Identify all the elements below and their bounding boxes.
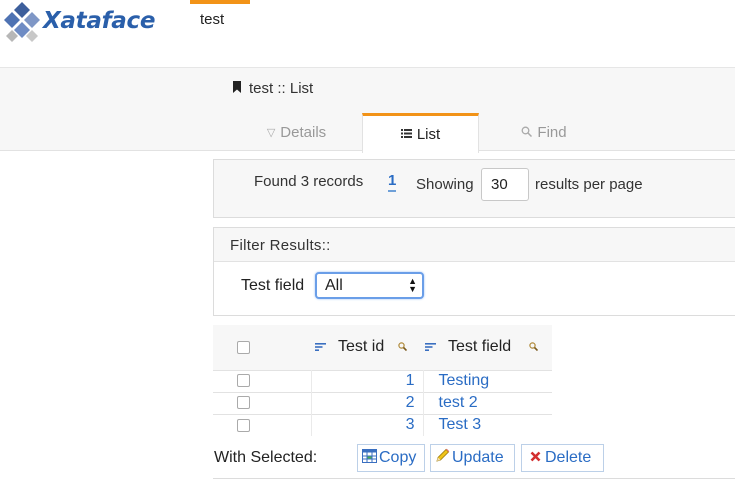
cell-test-field[interactable]: test 2 [423, 391, 552, 414]
row-checkbox[interactable] [237, 418, 250, 432]
tab-details-label: Details [280, 124, 327, 141]
filter-icon: ▽ [266, 127, 276, 139]
cell-test-field[interactable]: Test 3 [423, 413, 552, 436]
xataface-logo[interactable]: Xataface [2, 0, 177, 45]
copy-button-label: Copy [379, 449, 417, 466]
select-all-cell [213, 325, 273, 370]
record-band: test :: List ▽ Details List Find [0, 67, 735, 153]
column-label-test-id: Test id [338, 338, 385, 356]
update-button-label: Update [452, 449, 504, 466]
list-icon [400, 128, 412, 141]
column-header-test-id[interactable]: Test id [311, 325, 423, 370]
results-per-page-input[interactable] [481, 168, 529, 201]
pencil-icon [435, 448, 450, 468]
table-header-row: Test id Test field [213, 325, 552, 370]
cell-test-id[interactable]: 3 [311, 413, 424, 436]
results-table: Test id Test field 1 Testing 2 test 2 3 … [213, 325, 552, 436]
bookmark-icon [232, 80, 242, 97]
row-select-cell [213, 413, 273, 436]
column-header-test-field[interactable]: Test field [423, 325, 552, 370]
table-row[interactable]: 2 test 2 [213, 391, 552, 414]
table-row[interactable]: 3 Test 3 [213, 413, 552, 436]
search-icon [521, 126, 533, 140]
showing-label: Showing [416, 176, 474, 193]
tab-find-label: Find [537, 124, 567, 141]
cell-test-field[interactable]: Testing [423, 369, 552, 392]
results-summary-panel: Found 3 records 1 Showing results per pa… [213, 159, 735, 218]
row-spacer [273, 391, 312, 414]
row-spacer [273, 369, 312, 392]
row-select-cell [213, 391, 273, 414]
row-checkbox[interactable] [237, 374, 250, 388]
row-spacer [273, 413, 312, 436]
with-selected-label: With Selected: [214, 449, 318, 466]
filter-panel-header: Filter Results:: [214, 228, 735, 262]
top-header: Xataface test [0, 0, 735, 67]
breadcrumb-text: test :: List [249, 80, 314, 97]
column-search-icon[interactable] [529, 338, 539, 356]
table-tab-label: test [200, 11, 225, 28]
filter-select-test-field[interactable]: All ▲ ▼ [315, 272, 424, 299]
breadcrumb: test :: List [232, 80, 313, 97]
filter-selected-value: All [325, 277, 343, 294]
row-select-cell [213, 369, 273, 392]
copy-button[interactable]: Copy [357, 444, 425, 472]
tab-list-label: List [416, 126, 441, 143]
tab-details[interactable]: ▽ Details [231, 113, 362, 152]
delete-button[interactable]: Delete [521, 444, 604, 472]
delete-button-label: Delete [545, 449, 592, 466]
sort-icon[interactable] [315, 338, 326, 356]
cell-test-id[interactable]: 2 [311, 391, 424, 414]
filter-results-panel: Filter Results:: Test field All ▲ ▼ [213, 227, 735, 316]
filter-title: Filter Results:: [230, 237, 331, 254]
header-spacer [273, 325, 311, 370]
logo-diamonds-icon [4, 2, 40, 42]
sort-icon[interactable] [425, 338, 436, 356]
delete-x-icon [530, 449, 541, 467]
table-tab-test[interactable]: test [190, 0, 250, 40]
update-button[interactable]: Update [430, 444, 515, 472]
table-row[interactable]: 1 Testing [213, 369, 552, 392]
tab-find[interactable]: Find [499, 113, 589, 152]
copy-icon [362, 448, 377, 468]
found-records-text: Found 3 records [254, 173, 364, 190]
select-arrows-icon: ▲ ▼ [408, 276, 417, 294]
row-checkbox[interactable] [237, 396, 250, 410]
active-tab-indicator [190, 0, 250, 4]
page-number-link[interactable]: 1 [388, 173, 397, 192]
filter-field-label: Test field [241, 277, 305, 294]
logo-text: Xataface [43, 8, 156, 34]
cell-test-id[interactable]: 1 [311, 369, 424, 392]
results-per-page-label: results per page [535, 176, 643, 193]
column-search-icon[interactable] [398, 338, 408, 356]
column-label-test-field: Test field [448, 338, 512, 356]
tab-list[interactable]: List [362, 113, 479, 153]
select-all-checkbox[interactable] [237, 340, 250, 354]
